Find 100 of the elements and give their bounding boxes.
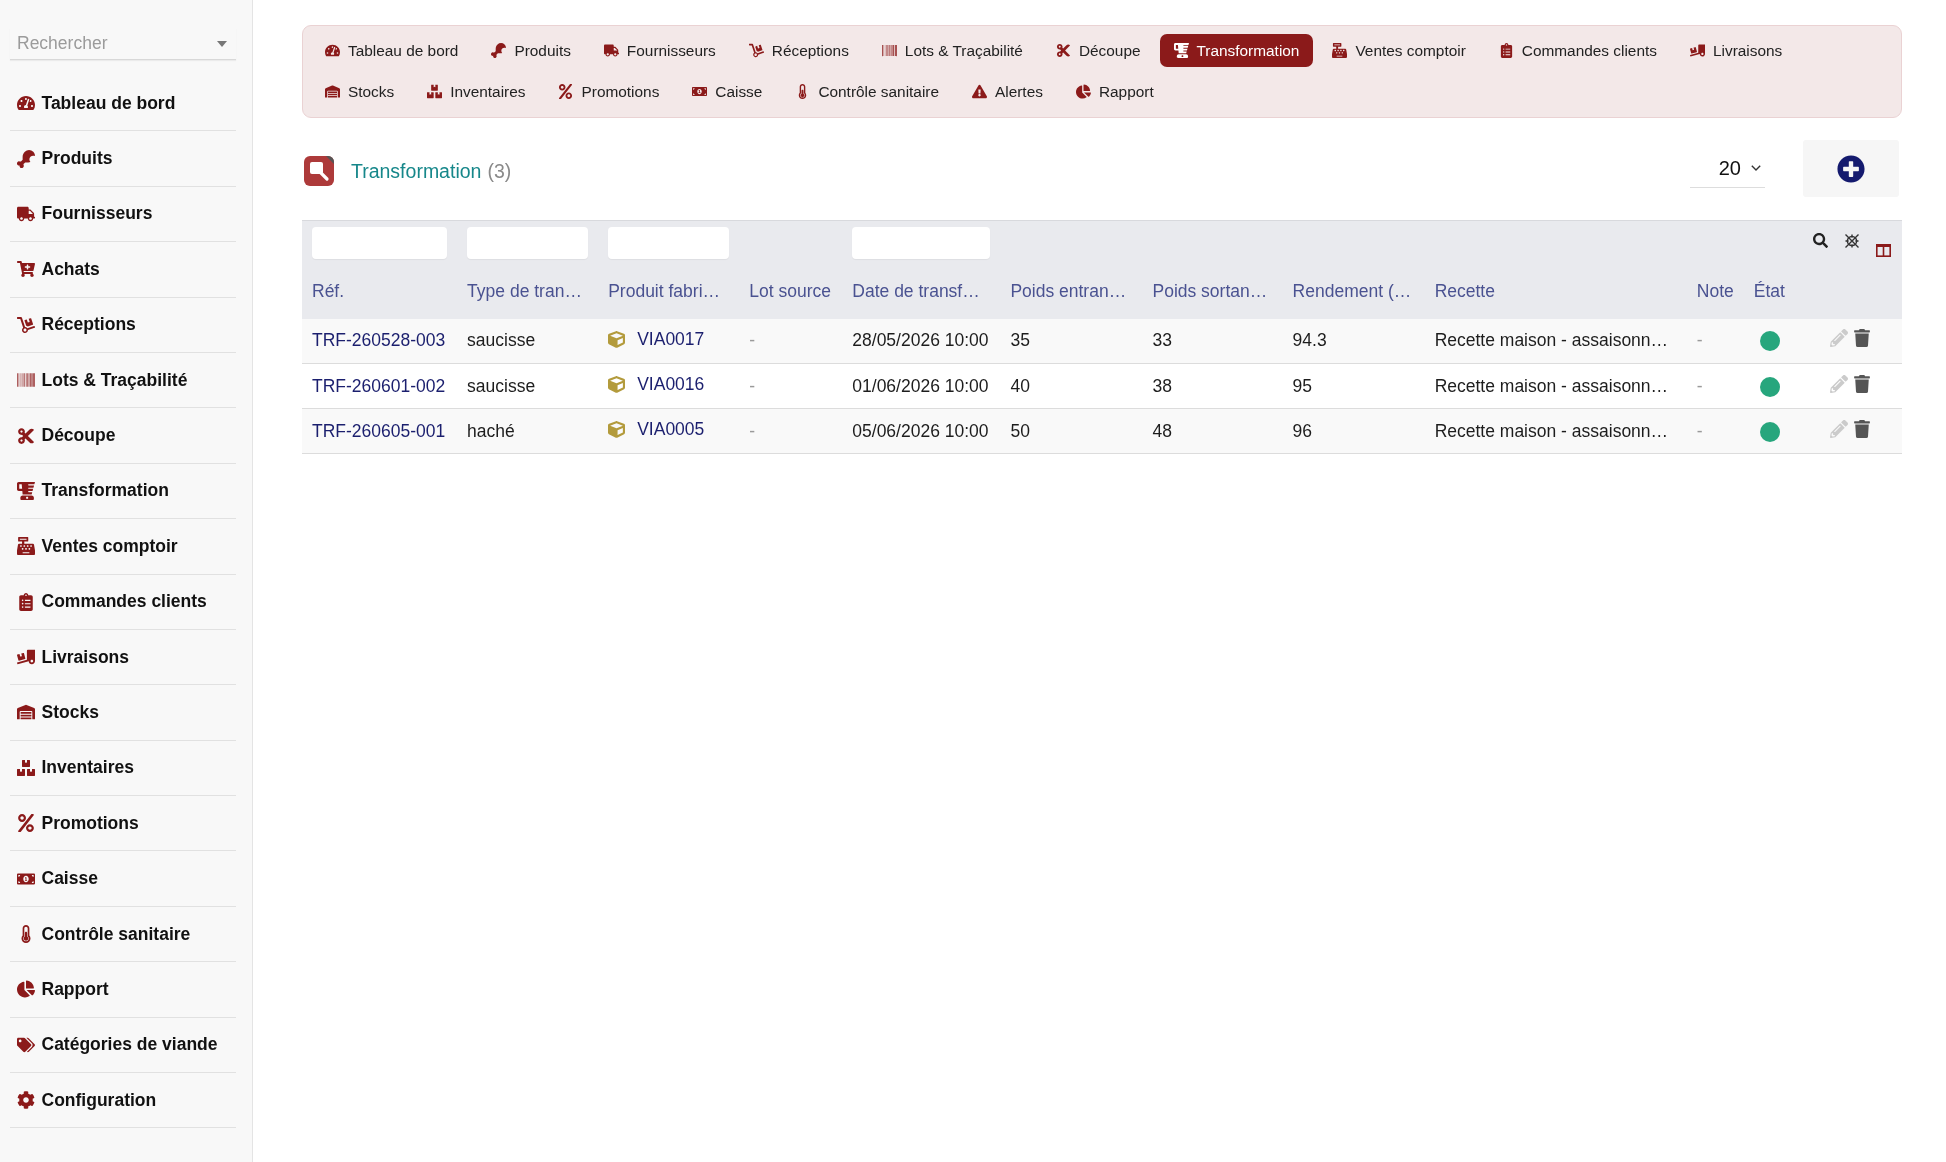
hand-truck-icon xyxy=(748,43,764,58)
boxes-icon xyxy=(427,84,443,99)
crossed-target-icon[interactable] xyxy=(1843,233,1860,249)
page-size-select[interactable]: 20 xyxy=(1690,149,1765,188)
barcode-icon xyxy=(17,371,35,390)
nav-tab[interactable]: Découpe xyxy=(1041,34,1155,67)
cash-register-icon xyxy=(17,537,35,556)
empty-value: - xyxy=(1696,330,1703,351)
nav-tab[interactable]: Transformation xyxy=(1159,34,1314,67)
sidebar-item[interactable]: Commandes clients xyxy=(17,591,207,613)
column-header[interactable]: Rendement (… xyxy=(1292,281,1412,301)
page-title: Transformation xyxy=(351,160,482,183)
nav-tab[interactable]: Commandes clients xyxy=(1484,34,1671,67)
filter-field[interactable] xyxy=(608,227,730,259)
cube-icon xyxy=(608,376,626,393)
value-text: 48 xyxy=(1152,420,1172,441)
add-button[interactable] xyxy=(1803,140,1899,197)
sidebar-item[interactable]: Inventaires xyxy=(17,757,134,779)
tags-icon xyxy=(17,1035,35,1054)
column-header[interactable]: Type de tran… xyxy=(467,281,582,301)
nav-tab[interactable]: Livraisons xyxy=(1675,34,1797,67)
sidebar-item[interactable]: Fournisseurs xyxy=(17,203,153,225)
column-header[interactable]: Poids entran… xyxy=(1010,281,1127,301)
value-text: Recette maison - assaisonn… xyxy=(1434,375,1669,396)
sidebar-item[interactable]: Produits xyxy=(17,148,113,170)
sidebar-item[interactable]: Contrôle sanitaire xyxy=(17,923,191,945)
column-header[interactable]: Réf. xyxy=(312,281,345,301)
product-link[interactable]: VIA0016 xyxy=(637,374,705,395)
value-text: saucisse xyxy=(467,330,536,351)
cube-icon xyxy=(608,330,626,348)
sidebar-item[interactable]: Lots & Traçabilité xyxy=(17,369,188,391)
nav-tab[interactable]: Fournisseurs xyxy=(589,34,730,67)
filter-field[interactable] xyxy=(467,227,589,259)
magnifier-tile-icon xyxy=(304,155,334,186)
banknote-icon xyxy=(692,84,708,99)
sidebar-item[interactable]: Configuration xyxy=(17,1089,157,1111)
product-link[interactable]: VIA0005 xyxy=(637,419,705,440)
nav-tab[interactable]: Alertes xyxy=(958,75,1057,108)
blender-icon xyxy=(1173,43,1189,58)
scissors-icon xyxy=(1055,43,1071,58)
nav-tab[interactable]: Inventaires xyxy=(413,75,540,108)
nav-tab[interactable]: Contrôle sanitaire xyxy=(781,75,953,108)
sidebar-item[interactable]: Réceptions xyxy=(17,314,136,336)
column-header[interactable]: Note xyxy=(1696,281,1734,301)
column-header[interactable]: Recette xyxy=(1434,281,1495,301)
ref-link[interactable]: TRF-260601-002 xyxy=(312,375,446,396)
trash-icon[interactable] xyxy=(1852,329,1871,348)
cube-icon xyxy=(608,421,626,438)
sidebar-item[interactable]: Caisse xyxy=(17,868,98,890)
sidebar-item[interactable]: Stocks xyxy=(17,702,99,723)
column-header[interactable]: Produit fabri… xyxy=(608,281,721,301)
value-text: 35 xyxy=(1010,330,1030,351)
clipboard-icon xyxy=(17,592,35,611)
column-header[interactable]: Date de transf… xyxy=(852,281,980,301)
drumstick-icon xyxy=(17,149,35,168)
value-text: 95 xyxy=(1292,375,1313,396)
clipboard-icon xyxy=(1498,43,1514,58)
trash-icon[interactable] xyxy=(1852,374,1871,393)
nav-tab[interactable]: Stocks xyxy=(311,75,409,108)
nav-tab[interactable]: Produits xyxy=(477,34,585,67)
sidebar-item[interactable]: Promotions xyxy=(17,812,139,834)
filter-field[interactable] xyxy=(852,227,991,259)
nav-tab[interactable]: Lots & Traçabilité xyxy=(867,34,1037,67)
cash-register-icon xyxy=(1332,43,1348,58)
column-header[interactable]: Poids sortan… xyxy=(1152,281,1268,301)
search-field[interactable]: Rechercher xyxy=(10,28,236,60)
nav-tab[interactable]: Ventes comptoir xyxy=(1318,34,1480,67)
loading-truck-icon xyxy=(1689,43,1705,58)
search-icon[interactable] xyxy=(1812,233,1828,248)
pie-chart-icon xyxy=(17,980,35,999)
nav-tab[interactable]: Promotions xyxy=(544,75,674,108)
ref-link[interactable]: TRF-260605-001 xyxy=(312,420,446,441)
ref-link[interactable]: TRF-260528-003 xyxy=(312,330,446,351)
percent-icon xyxy=(17,814,35,833)
value-text: 05/06/2026 10:00 xyxy=(852,420,989,441)
trash-icon[interactable] xyxy=(1852,419,1871,438)
sidebar-item[interactable]: Achats xyxy=(17,258,100,280)
nav-tab[interactable]: Réceptions xyxy=(734,34,863,67)
sidebar-item[interactable]: Tableau de bord xyxy=(17,92,176,114)
empty-value: - xyxy=(1696,375,1703,396)
caret-icon[interactable] xyxy=(217,41,227,47)
nav-tab[interactable]: Tableau de bord xyxy=(311,34,473,67)
percent-icon xyxy=(558,84,574,99)
columns-icon[interactable] xyxy=(1875,244,1891,257)
column-header[interactable]: État xyxy=(1753,281,1785,301)
column-header[interactable]: Lot source xyxy=(749,281,831,301)
pie-chart-icon xyxy=(1075,84,1091,99)
sidebar-item[interactable]: Livraisons xyxy=(17,646,130,668)
sidebar-item[interactable]: Découpe xyxy=(17,425,116,447)
product-link[interactable]: VIA0017 xyxy=(637,328,705,350)
empty-value: - xyxy=(749,330,756,351)
sidebar-item[interactable]: Rapport xyxy=(17,978,109,1000)
nav-tab[interactable]: Rapport xyxy=(1061,75,1168,108)
sidebar-item[interactable]: Catégories de viande xyxy=(17,1034,218,1056)
filter-field[interactable] xyxy=(312,227,448,259)
nav-tab[interactable]: Caisse xyxy=(678,75,777,108)
warehouse-icon xyxy=(325,84,340,99)
sidebar-item[interactable]: Ventes comptoir xyxy=(17,535,178,557)
value-text: haché xyxy=(467,420,515,441)
sidebar-item[interactable]: Transformation xyxy=(17,480,169,502)
